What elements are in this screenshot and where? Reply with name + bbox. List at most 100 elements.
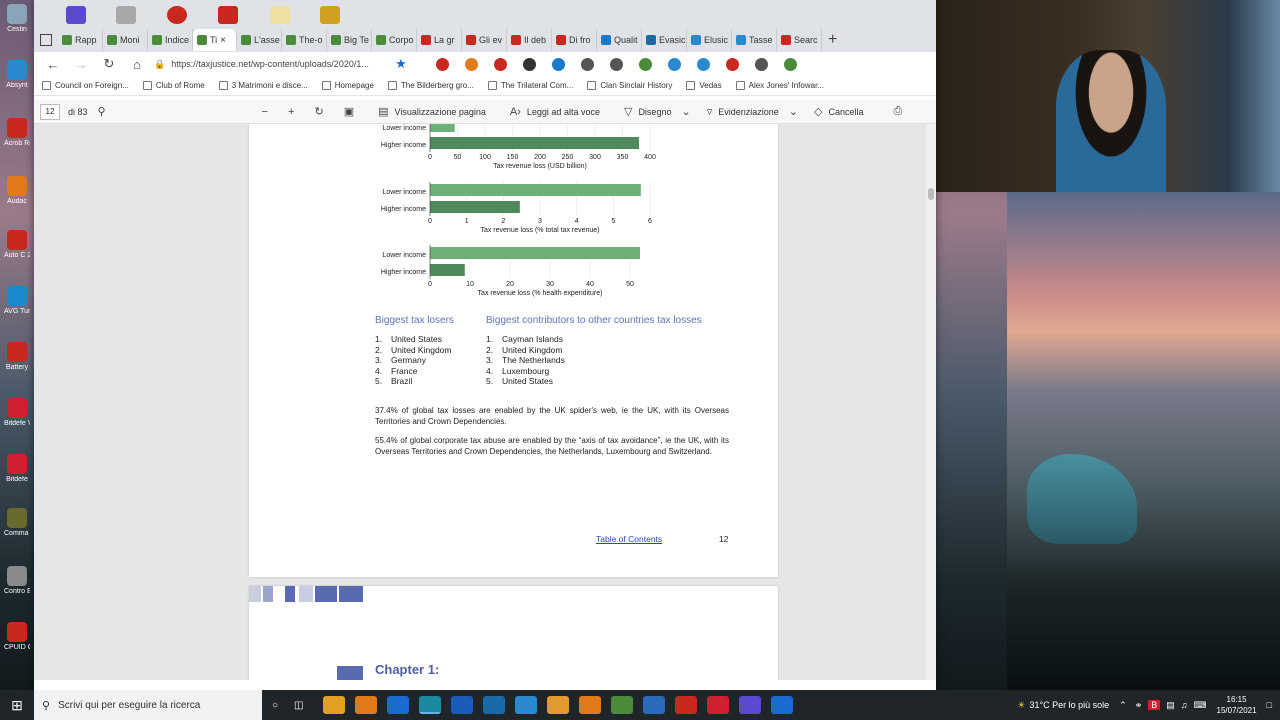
highlight-icon[interactable]: ▿: [707, 105, 713, 118]
extension-icon[interactable]: [523, 57, 536, 71]
taskbar-app-icon[interactable]: [418, 696, 441, 714]
home-icon[interactable]: ⌂: [126, 57, 148, 72]
windows-start-icon[interactable]: ⊞: [0, 697, 34, 714]
browser-tab[interactable]: La gr: [417, 29, 462, 51]
chevron-down-icon[interactable]: ⌄: [681, 105, 690, 118]
favorite-star-icon[interactable]: ★: [390, 56, 412, 72]
url-field[interactable]: 🔒 https://taxjustice.net/wp-content/uplo…: [154, 59, 390, 70]
taskbar-app-icon[interactable]: [738, 696, 761, 714]
taskbar-app-icon[interactable]: [354, 696, 377, 714]
extension-icon[interactable]: [610, 57, 623, 71]
taskbar-app-icon[interactable]: [514, 696, 537, 714]
draw-icon[interactable]: ▽: [624, 105, 632, 118]
chevron-up-icon[interactable]: ⌃: [1119, 700, 1127, 711]
taskbar-app-icon[interactable]: [770, 696, 793, 714]
zoom-in-icon[interactable]: +: [288, 106, 294, 118]
search-icon[interactable]: ⚲: [98, 105, 106, 118]
network-icon[interactable]: ▤: [1166, 700, 1175, 711]
desktop-shortcut[interactable]: Audac: [4, 176, 30, 206]
desktop-shortcut[interactable]: Absynt: [4, 60, 30, 90]
favorite-link[interactable]: Council on Foreign...: [42, 81, 129, 90]
browser-tab[interactable]: Moni: [103, 29, 148, 51]
page-view-icon[interactable]: ▤: [378, 105, 388, 118]
taskbar-search[interactable]: ⚲ Scrivi qui per eseguire la ricerca: [34, 690, 262, 720]
desktop-shortcut[interactable]: Bitdefe: [4, 454, 30, 484]
table-of-contents-link[interactable]: Table of Contents: [596, 534, 662, 544]
taskbar-app-icon[interactable]: [642, 696, 665, 714]
forward-arrow-icon[interactable]: →: [70, 57, 92, 72]
desktop-shortcut[interactable]: Cestin: [4, 4, 30, 34]
browser-tab[interactable]: Indice: [148, 29, 193, 51]
extension-icon[interactable]: [784, 57, 797, 71]
browser-tab[interactable]: Rapp: [58, 29, 103, 51]
volume-icon[interactable]: ♫: [1181, 700, 1188, 710]
favorite-link[interactable]: Alex Jones' Infowar...: [735, 81, 824, 90]
read-aloud-button[interactable]: Leggi ad alta voce: [527, 107, 600, 117]
browser-tab[interactable]: Corpo: [372, 29, 417, 51]
desktop-shortcut[interactable]: Contro Edito: [4, 566, 30, 596]
desktop-shortcut[interactable]: Comma Conque: [4, 508, 30, 538]
taskbar-app-icon[interactable]: [706, 696, 729, 714]
cortana-icon[interactable]: ○: [272, 700, 278, 711]
print-icon[interactable]: ⎙: [893, 105, 902, 118]
extension-icon[interactable]: [697, 57, 710, 71]
taskbar-app-icon[interactable]: [482, 696, 505, 714]
favorite-link[interactable]: 3 Matrimoni e disce...: [218, 81, 308, 90]
browser-tab[interactable]: Di fro: [552, 29, 597, 51]
new-tab-button[interactable]: +: [828, 31, 837, 49]
browser-tab[interactable]: L'asse: [237, 29, 282, 51]
desktop-shortcut[interactable]: Bitdefe VPN: [4, 398, 30, 428]
draw-button[interactable]: Disegno: [638, 107, 671, 117]
desktop-shortcut[interactable]: CPUID CPU-: [4, 622, 30, 652]
pinned-app-icon[interactable]: [167, 6, 187, 24]
taskbar-app-icon[interactable]: [674, 696, 697, 714]
eraser-icon[interactable]: ◇: [814, 105, 822, 118]
pinned-app-icon[interactable]: [66, 6, 86, 24]
rotate-icon[interactable]: ↻: [314, 105, 323, 118]
pinned-app-icon[interactable]: [218, 6, 238, 24]
desktop-shortcut[interactable]: Auto C 2015: [4, 230, 30, 260]
browser-tab[interactable]: Big Te: [327, 29, 372, 51]
favorite-link[interactable]: The Trilateral Com...: [487, 81, 573, 90]
extension-icon[interactable]: [436, 57, 449, 71]
browser-tab[interactable]: Tasse: [732, 29, 777, 51]
browser-tab[interactable]: Ti ×: [193, 29, 237, 51]
pdf-viewer[interactable]: 0 50 100 150 200 250 300 350 400 Lower income High…: [34, 124, 936, 680]
pinned-app-icon[interactable]: [116, 6, 136, 24]
extension-icon[interactable]: [726, 57, 739, 71]
bitdefender-tray-icon[interactable]: B: [1148, 700, 1161, 710]
microphone-icon[interactable]: ⚭: [1135, 700, 1143, 711]
taskbar-app-icon[interactable]: [578, 696, 601, 714]
taskbar-app-icon[interactable]: [386, 696, 409, 714]
scrollbar-thumb[interactable]: [928, 188, 934, 200]
pinned-app-icon[interactable]: [320, 6, 340, 24]
desktop-shortcut[interactable]: AVG Tun: [4, 286, 30, 316]
favorite-link[interactable]: Vedas: [686, 81, 722, 90]
highlight-button[interactable]: Evidenziazione: [718, 107, 779, 117]
fit-page-icon[interactable]: ▣: [344, 105, 354, 118]
extension-icon[interactable]: [465, 57, 478, 71]
browser-tab[interactable]: Qualit: [597, 29, 642, 51]
weather-text[interactable]: 31°C Per lo più sole: [1029, 700, 1109, 710]
desktop-shortcut[interactable]: Battery: [4, 342, 30, 372]
page-number-input[interactable]: 12: [40, 103, 60, 120]
extension-icon[interactable]: [581, 57, 594, 71]
pinned-app-icon[interactable]: [270, 6, 290, 24]
favorite-link[interactable]: Club of Rome: [142, 81, 205, 90]
tab-actions-icon[interactable]: [40, 34, 52, 46]
browser-tab[interactable]: Elusic: [687, 29, 732, 51]
page-view-button[interactable]: Visualizzazione pagina: [395, 107, 486, 117]
favorite-link[interactable]: Homepage: [321, 81, 374, 90]
clock[interactable]: 16:15 15/07/2021: [1217, 694, 1257, 716]
desktop-shortcut[interactable]: Acrob Reader: [4, 118, 30, 148]
browser-tab[interactable]: Gli ev: [462, 29, 507, 51]
browser-tab[interactable]: Evasic: [642, 29, 687, 51]
task-view-icon[interactable]: ◫: [294, 700, 303, 711]
keyboard-icon[interactable]: ⌨: [1194, 700, 1207, 711]
extension-icon[interactable]: [668, 57, 681, 71]
refresh-icon[interactable]: ↻: [98, 56, 120, 72]
taskbar-app-icon[interactable]: [546, 696, 569, 714]
extension-icon[interactable]: [639, 57, 652, 71]
close-tab-icon[interactable]: ×: [220, 35, 226, 46]
favorite-link[interactable]: The Bilderberg gro...: [387, 81, 474, 90]
